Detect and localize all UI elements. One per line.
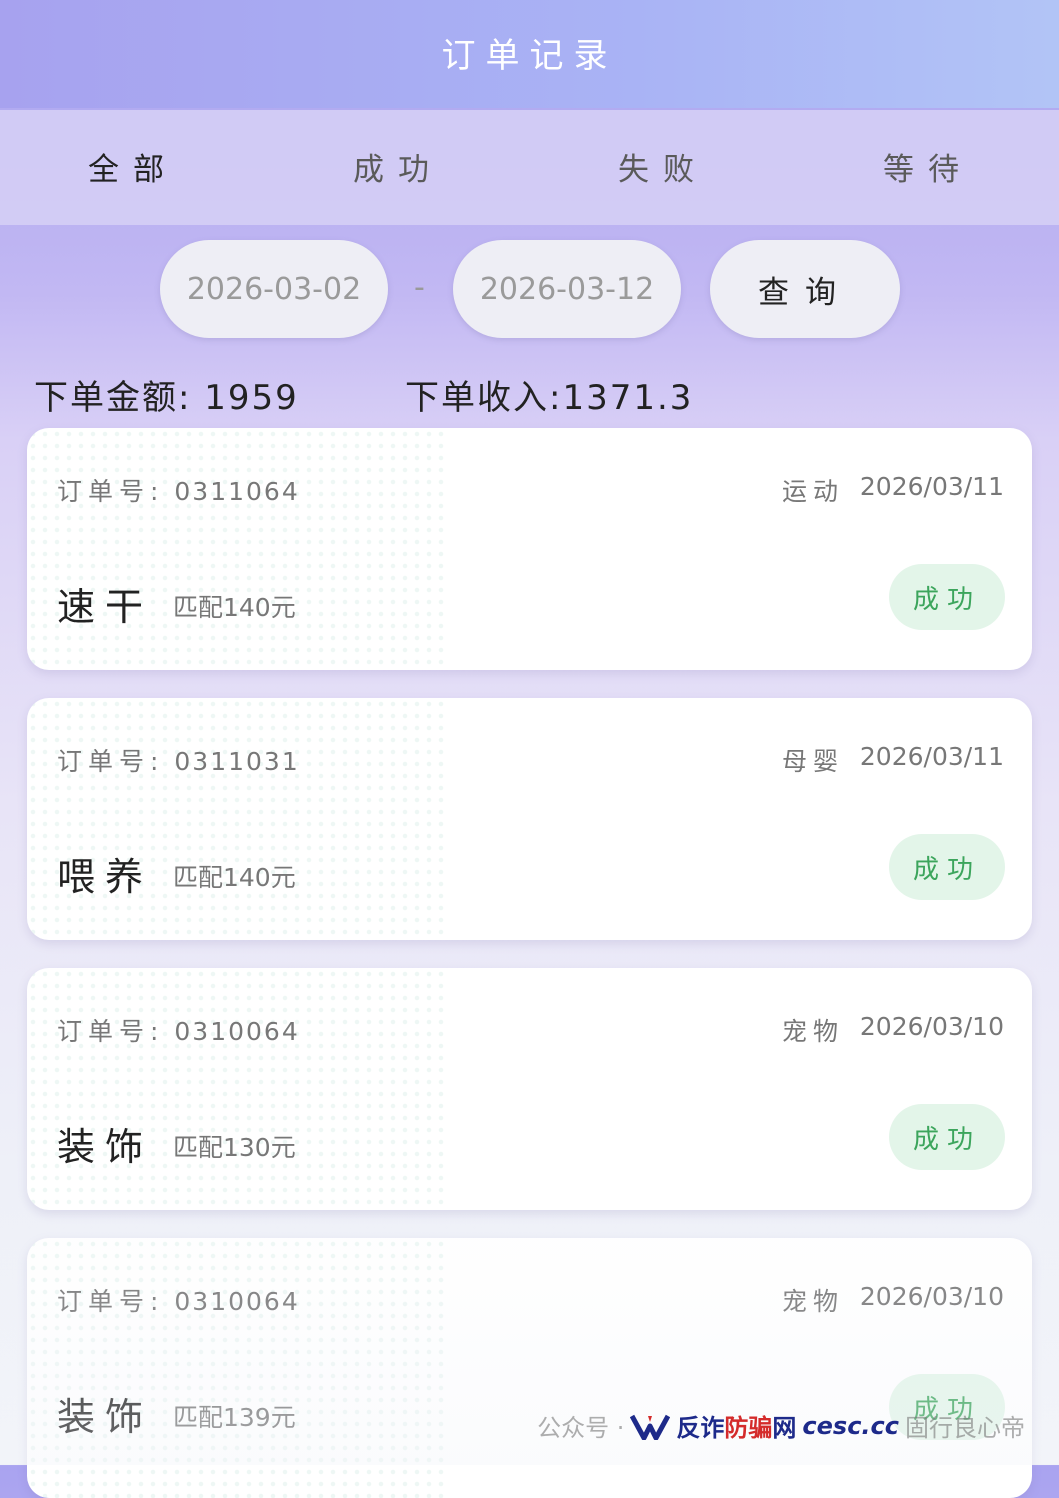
product-name: 装饰	[57, 1125, 154, 1169]
card-pattern	[27, 968, 447, 1210]
watermark-prefix: 公众号 ·	[537, 1414, 625, 1442]
order-amount-summary: 下单金额: 1959	[34, 370, 299, 419]
watermark-domain: cesc.cc	[802, 1411, 899, 1440]
order-income-value: 1371.3	[562, 378, 694, 418]
order-category: 宠物	[781, 1017, 844, 1046]
watermark-brand-part2: 防骗	[724, 1414, 773, 1442]
order-number: 订单号: 0310064	[57, 1282, 300, 1318]
order-number-value: 0310064	[174, 1287, 300, 1316]
shield-v-logo-icon	[630, 1414, 671, 1440]
watermark-brand-part1: 反诈	[676, 1414, 725, 1442]
product-name: 喂养	[57, 855, 154, 899]
tab-failed[interactable]: 失败	[583, 144, 743, 189]
watermark-brand-part3: 网	[772, 1414, 797, 1442]
match-amount: 匹配140元	[173, 593, 296, 622]
order-date: 2026/03/10	[859, 1282, 1004, 1311]
watermark: 公众号 · 反诈防骗网 cesc.cc 固行良心帝	[537, 1408, 1025, 1443]
tab-success[interactable]: 成功	[318, 144, 478, 189]
order-card[interactable]: 订单号: 0310064 宠物 2026/03/10 装饰 匹配139元 成功	[27, 1238, 1032, 1498]
order-income-summary: 下单收入:1371.3	[405, 370, 693, 419]
watermark-suffix: 固行良心帝	[905, 1414, 1025, 1442]
card-pattern	[27, 428, 447, 670]
order-date: 2026/03/11	[859, 472, 1004, 501]
order-number-label: 订单号:	[57, 1017, 165, 1046]
order-category: 母婴	[781, 747, 844, 776]
start-date-field[interactable]: 2026-03-02	[160, 240, 388, 338]
date-separator: -	[414, 270, 425, 305]
match-amount: 匹配139元	[173, 1403, 296, 1432]
order-number-value: 0311064	[174, 477, 300, 506]
watermark-brand: 反诈防骗网	[676, 1408, 796, 1443]
end-date-field[interactable]: 2026-03-12	[453, 240, 681, 338]
match-amount: 匹配140元	[173, 863, 296, 892]
order-number-value: 0311031	[174, 747, 300, 776]
card-pattern	[27, 698, 447, 940]
order-number-label: 订单号:	[57, 747, 165, 776]
order-number: 订单号: 0311031	[57, 742, 300, 778]
order-number: 订单号: 0311064	[57, 472, 300, 508]
app-header: 订单记录	[0, 0, 1059, 108]
status-badge: 成功	[889, 834, 1005, 900]
tab-all[interactable]: 全部	[53, 144, 213, 189]
order-card[interactable]: 订单号: 0311064 运动 2026/03/11 速干 匹配140元 成功	[27, 428, 1032, 670]
order-number-value: 0310064	[174, 1017, 300, 1046]
match-amount: 匹配130元	[173, 1133, 296, 1162]
order-category: 运动	[781, 477, 844, 506]
order-date: 2026/03/10	[859, 1012, 1004, 1041]
order-number: 订单号: 0310064	[57, 1012, 300, 1048]
order-amount-label: 下单金额:	[34, 378, 192, 418]
order-date: 2026/03/11	[859, 742, 1004, 771]
order-number-label: 订单号:	[57, 477, 165, 506]
page-title: 订单记录	[441, 36, 618, 76]
order-category: 宠物	[781, 1287, 844, 1316]
query-button[interactable]: 查询	[710, 240, 900, 338]
order-card[interactable]: 订单号: 0311031 母婴 2026/03/11 喂养 匹配140元 成功	[27, 698, 1032, 940]
order-income-label: 下单收入:	[405, 378, 563, 418]
status-badge: 成功	[889, 564, 1005, 630]
order-card[interactable]: 订单号: 0310064 宠物 2026/03/10 装饰 匹配130元 成功	[27, 968, 1032, 1210]
card-pattern	[27, 1238, 447, 1498]
status-tabs: 全部 成功 失败 等待	[0, 110, 1059, 225]
order-number-label: 订单号:	[57, 1287, 165, 1316]
tab-pending[interactable]: 等待	[848, 144, 1008, 189]
product-name: 装饰	[57, 1395, 154, 1439]
product-name: 速干	[57, 585, 154, 629]
order-amount-value: 1959	[204, 378, 299, 418]
status-badge: 成功	[889, 1104, 1005, 1170]
